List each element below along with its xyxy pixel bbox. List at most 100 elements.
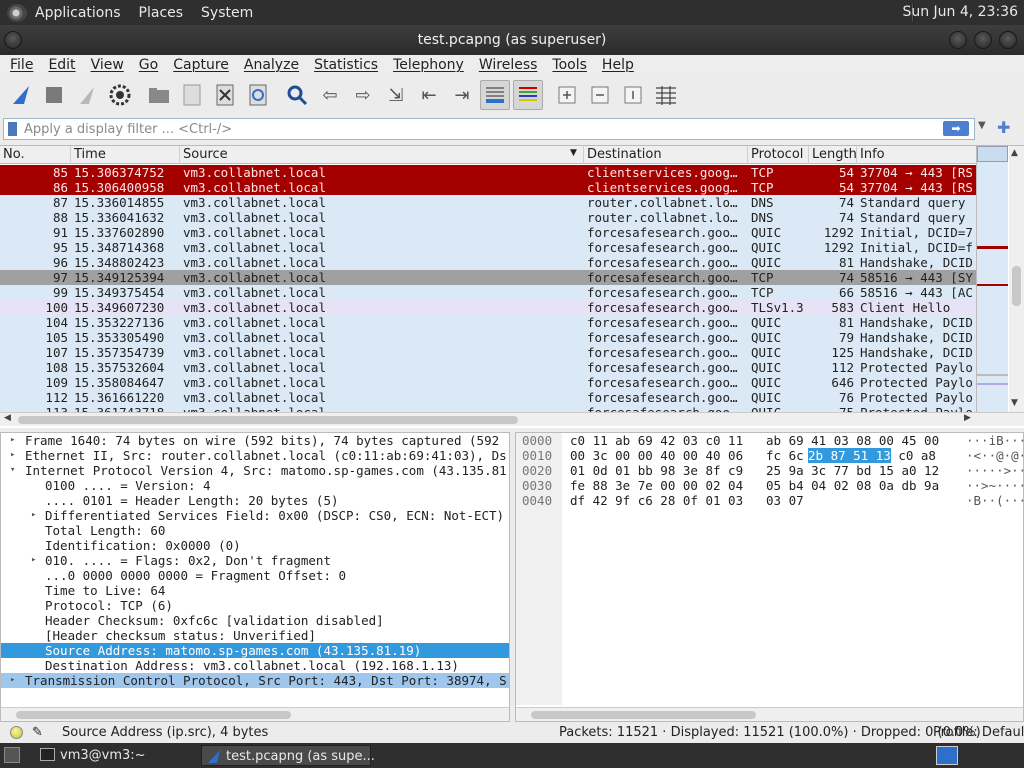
tree-item[interactable]: ▸ Ethernet II, Src: router.collabnet.loca… [1, 448, 509, 463]
panel-menu-places[interactable]: Places [139, 5, 184, 21]
hex-row[interactable]: 0000 c0 11 ab 69 42 03 c0 11 ab 69 41 03 0… [516, 433, 1024, 448]
shark-fin-icon[interactable] [6, 80, 36, 110]
menu-go[interactable]: Go [134, 57, 163, 73]
table-row[interactable]: 108 15.357532604 vm3.collabnet.local forces… [0, 360, 976, 375]
find-icon[interactable] [282, 80, 312, 110]
table-row[interactable]: 88 15.336041632 vm3.collabnet.local router.… [0, 210, 976, 225]
table-row[interactable]: 86 15.306400958 vm3.collabnet.local clients… [0, 180, 976, 195]
table-row[interactable]: 109 15.358084647 vm3.collabnet.local forces… [0, 375, 976, 390]
back-icon[interactable]: ⇦ [315, 80, 345, 110]
taskbar-item-wireshark[interactable]: test.pcapng (as supe... [201, 745, 375, 766]
tree-item[interactable]: [Header checksum status: Unverified] [1, 628, 509, 643]
tree-item[interactable]: ▸ Frame 1640: 74 bytes on wire (592 bits)… [1, 433, 509, 448]
column-header-info[interactable]: Info [860, 147, 885, 162]
colorize-icon[interactable] [513, 80, 543, 110]
tree-item[interactable]: ▸ Differentiated Services Field: 0x00 (DS… [1, 508, 509, 523]
save-icon[interactable] [177, 80, 207, 110]
first-icon[interactable]: ⇤ [414, 80, 444, 110]
close-file-icon[interactable] [210, 80, 240, 110]
scroll-left-icon[interactable]: ◀ [4, 413, 11, 423]
table-row[interactable]: 87 15.336014855 vm3.collabnet.local router.… [0, 195, 976, 210]
table-row[interactable]: 85 15.306374752 vm3.collabnet.local clients… [0, 165, 976, 180]
scroll-right-icon[interactable]: ▶ [964, 413, 971, 423]
last-icon[interactable]: ⇥ [447, 80, 477, 110]
scroll-up-icon[interactable]: ▲ [1011, 148, 1018, 158]
autoscroll-icon[interactable] [480, 80, 510, 110]
options-gear-icon[interactable] [105, 80, 135, 110]
zoom-in-icon[interactable] [552, 80, 582, 110]
scroll-down-icon[interactable]: ▼ [1011, 398, 1018, 408]
tree-item[interactable]: ...0 0000 0000 0000 = Fragment Offset: 0 [1, 568, 509, 583]
tree-item[interactable]: Identification: 0x0000 (0) [1, 538, 509, 553]
apply-filter-arrow-icon[interactable]: ➡ [943, 121, 969, 136]
menu-analyze[interactable]: Analyze [239, 57, 304, 73]
menu-edit[interactable]: Edit [43, 57, 80, 73]
stop-icon[interactable] [39, 80, 69, 110]
tray-wireshark-icon[interactable] [936, 746, 958, 765]
details-horizontal-scrollbar[interactable] [1, 707, 509, 721]
panel-menu-system[interactable]: System [201, 5, 253, 21]
hex-row[interactable]: 0020 01 0d 01 bb 98 3e 8f c9 25 9a 3c 77 b… [516, 463, 1024, 478]
expanded-chevron-icon[interactable]: ▾ [10, 463, 15, 478]
filter-history-chevron-down-icon[interactable]: ▼ [978, 120, 986, 131]
tree-item[interactable]: .... 0101 = Header Length: 20 bytes (5) [1, 493, 509, 508]
table-row[interactable]: 112 15.361661220 vm3.collabnet.local forces… [0, 390, 976, 405]
expert-info-led-icon[interactable] [10, 726, 23, 739]
column-header-length[interactable]: Length [812, 147, 857, 162]
tree-item[interactable]: Header Checksum: 0xfc6c [validation disa… [1, 613, 509, 628]
table-row[interactable]: 104 15.353227136 vm3.collabnet.local forces… [0, 315, 976, 330]
table-row[interactable]: 95 15.348714368 vm3.collabnet.local forcesa… [0, 240, 976, 255]
add-filter-button-plus-icon[interactable]: ✚ [997, 118, 1010, 137]
column-header-no[interactable]: No. [3, 147, 25, 162]
tree-item[interactable]: Source Address: matomo.sp-games.com (43.… [1, 643, 509, 658]
tree-item[interactable]: ▾ Internet Protocol Version 4, Src: matom… [1, 463, 509, 478]
restart-icon[interactable] [72, 80, 102, 110]
tree-item[interactable]: ▸ 010. .... = Flags: 0x2, Don't fragment [1, 553, 509, 568]
column-header-protocol[interactable]: Protocol [751, 147, 803, 162]
close-icon[interactable] [999, 31, 1017, 49]
panel-menu-applications[interactable]: Applications [35, 5, 121, 21]
packet-minimap[interactable] [976, 146, 1008, 412]
hex-row[interactable]: 0040 df 42 9f c6 28 0f 01 03 03 07 ·B··(··· [516, 493, 1024, 508]
column-header-source[interactable]: Source [183, 147, 228, 162]
display-filter-input[interactable] [3, 118, 975, 140]
menu-wireless[interactable]: Wireless [474, 57, 543, 73]
tree-item[interactable]: 0100 .... = Version: 4 [1, 478, 509, 493]
goto-icon[interactable]: ⇲ [381, 80, 411, 110]
table-row[interactable]: 100 15.349607230 vm3.collabnet.local forces… [0, 300, 976, 315]
menu-capture[interactable]: Capture [168, 57, 234, 73]
menu-file[interactable]: File [5, 57, 38, 73]
table-row[interactable]: 99 15.349375454 vm3.collabnet.local forcesa… [0, 285, 976, 300]
maximize-icon[interactable] [974, 31, 992, 49]
tree-item[interactable]: Protocol: TCP (6) [1, 598, 509, 613]
filter-bookmark-icon[interactable] [8, 122, 17, 136]
hex-row[interactable]: 0010 00 3c 00 00 40 00 40 06 fc 6c 2b 87 5… [516, 448, 1024, 463]
normal-size-icon[interactable] [618, 80, 648, 110]
packet-list-vertical-scrollbar[interactable]: ▲ ▼ [1009, 146, 1024, 412]
collapsed-chevron-icon[interactable]: ▸ [31, 508, 36, 523]
show-desktop-icon[interactable] [4, 747, 20, 763]
taskbar-item-terminal[interactable]: vm3@vm3:~ [36, 745, 196, 766]
table-row[interactable]: 107 15.357354739 vm3.collabnet.local forces… [0, 345, 976, 360]
packet-list-horizontal-scrollbar[interactable]: ◀ ▶ [0, 412, 1024, 426]
tree-item[interactable]: Total Length: 60 [1, 523, 509, 538]
window-titlebar[interactable]: test.pcapng (as superuser) [0, 25, 1024, 55]
menu-view[interactable]: View [86, 57, 129, 73]
table-row[interactable]: 97 15.349125394 vm3.collabnet.local forcesa… [0, 270, 976, 285]
menu-statistics[interactable]: Statistics [309, 57, 383, 73]
table-row[interactable]: 91 15.337602890 vm3.collabnet.local forcesa… [0, 225, 976, 240]
column-header-time[interactable]: Time [74, 147, 106, 162]
distro-logo-icon[interactable] [7, 3, 27, 22]
collapsed-chevron-icon[interactable]: ▸ [10, 433, 15, 448]
bytes-horizontal-scrollbar[interactable] [516, 707, 1023, 721]
collapsed-chevron-icon[interactable]: ▸ [31, 553, 36, 568]
window-menu-icon[interactable] [4, 31, 22, 49]
minimize-icon[interactable] [949, 31, 967, 49]
table-row[interactable]: 113 15.361743718 vm3.collabnet.local forces… [0, 405, 976, 412]
zoom-out-icon[interactable] [585, 80, 615, 110]
open-folder-icon[interactable] [144, 80, 174, 110]
tree-item[interactable]: Destination Address: vm3.collabnet.local… [1, 658, 509, 673]
tree-item[interactable]: Time to Live: 64 [1, 583, 509, 598]
menu-telephony[interactable]: Telephony [388, 57, 469, 73]
menu-help[interactable]: Help [597, 57, 639, 73]
